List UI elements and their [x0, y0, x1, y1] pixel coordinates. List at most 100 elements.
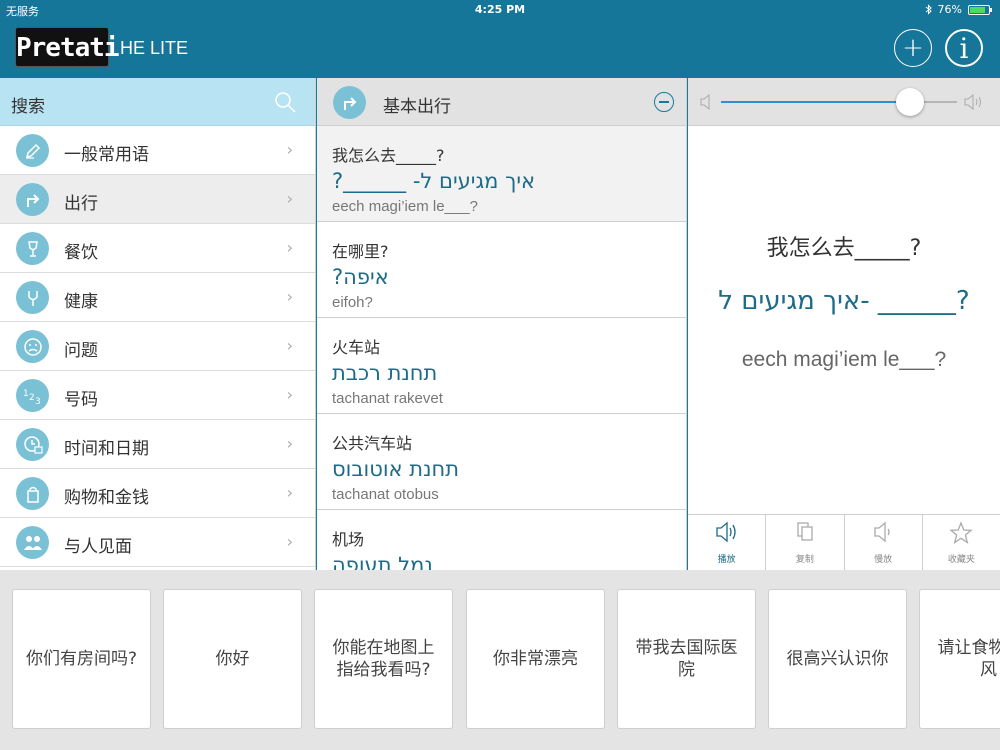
quick-phrase-card[interactable]: 很高兴认识你	[768, 589, 907, 729]
stethoscope-icon	[16, 281, 49, 314]
sidebar-item-label: 号码	[64, 390, 98, 410]
turn-right-arrow-icon	[16, 183, 49, 216]
phrase-hebrew: איפה?	[332, 265, 389, 289]
volume-slider-knob[interactable]	[895, 88, 924, 116]
sidebar-item-label: 健康	[64, 292, 98, 312]
add-button[interactable]: +	[894, 29, 932, 67]
phrase-detail: 我怎么去_____? איך מגיעים ל- ______? eech ma…	[688, 126, 1000, 514]
detail-hebrew: איך מגיעים ל- ______?	[718, 286, 970, 316]
bluetooth-icon	[925, 4, 932, 15]
phrase-hebrew: נמל תעופה	[332, 553, 433, 570]
copy-icon	[797, 522, 813, 541]
detail-transliteration: eech magi’iem le___?	[741, 348, 947, 371]
copy-button[interactable]: 复制	[766, 515, 845, 570]
star-icon	[949, 521, 974, 544]
svg-text:2: 2	[29, 393, 35, 403]
shopping-bag-icon	[16, 477, 49, 510]
category-title: 基本出行	[383, 97, 451, 117]
wine-glass-icon	[16, 232, 49, 265]
phrase-transliteration: tachanat otobus	[332, 486, 439, 503]
quick-phrase-card[interactable]: 你能在地图上指给我看吗?	[314, 589, 453, 729]
sidebar-item-travel[interactable]: 出行 ›	[0, 175, 315, 224]
clock: 4:25 PM	[474, 3, 526, 16]
favorites-button[interactable]: 收藏夹	[923, 515, 1000, 570]
sidebar-item-label: 出行	[64, 194, 98, 214]
phrase-item[interactable]: 火车站 תחנת רכבת tachanat rakevet	[317, 318, 686, 414]
phrase-chinese: 我怎么去_____?	[332, 146, 445, 165]
sidebar-item-label: 问题	[64, 341, 98, 361]
phrase-list-header: 基本出行	[317, 78, 686, 126]
detail-chinese: 我怎么去_____?	[766, 236, 922, 261]
sidebar-item-general[interactable]: 一般常用语 ›	[0, 126, 315, 175]
phrase-hebrew: תחנת רכבת	[332, 361, 438, 385]
favorites-label: 收藏夹	[947, 555, 975, 565]
quick-phrase-card[interactable]: 你们有房间吗?	[12, 589, 151, 729]
people-icon	[16, 526, 49, 559]
info-button[interactable]: i	[945, 29, 983, 67]
sidebar-item-dining[interactable]: 餐饮 ›	[0, 224, 315, 273]
search-label: 搜索	[11, 97, 45, 117]
battery-percent: 76%	[937, 3, 962, 16]
chevron-right-icon: ›	[286, 532, 293, 551]
chevron-right-icon: ›	[286, 483, 293, 502]
sidebar-item-label: 与人见面	[64, 537, 132, 557]
quick-phrase-card[interactable]: 你非常漂亮	[466, 589, 605, 729]
speaker-icon	[715, 521, 736, 543]
clock-calendar-icon	[16, 428, 49, 461]
copy-label: 复制	[795, 555, 814, 565]
phrase-item[interactable]: 在哪里? איפה? eifoh?	[317, 222, 686, 318]
sidebar-item-problems[interactable]: 问题 ›	[0, 322, 315, 371]
collapse-minus-icon[interactable]	[654, 92, 674, 112]
chevron-right-icon: ›	[286, 336, 293, 355]
slow-play-label: 慢放	[874, 555, 893, 565]
phrase-transliteration: tachanat rakevet	[332, 390, 443, 407]
quick-phrase-card[interactable]: 请让食物辛辣风	[919, 589, 1000, 729]
phrase-item[interactable]: 机场 נמל תעופה	[317, 510, 686, 570]
chevron-right-icon: ›	[286, 238, 293, 257]
volume-bar	[688, 78, 1000, 126]
play-label: 播放	[717, 555, 736, 565]
phrase-chinese: 火车站	[332, 338, 381, 357]
phrase-hebrew: תחנת אוטובוס	[332, 457, 459, 481]
phrase-item[interactable]: 公共汽车站 תחנת אוטובוס tachanat otobus	[317, 414, 686, 510]
turn-right-arrow-icon	[333, 86, 366, 119]
search-icon[interactable]	[273, 90, 297, 114]
sidebar-item-health[interactable]: 健康 ›	[0, 273, 315, 322]
volume-high-icon	[964, 94, 981, 110]
pretati-logo: Pretati	[15, 27, 120, 67]
app-edition: HE LITE	[120, 38, 189, 58]
status-right: 76%	[925, 3, 992, 16]
slow-speaker-icon	[874, 521, 890, 543]
volume-slider-fill	[721, 101, 910, 103]
sidebar-item-shopping[interactable]: 购物和金钱 ›	[0, 469, 315, 518]
sidebar-item-numbers[interactable]: 123 号码 ›	[0, 371, 315, 420]
quick-phrases-bar: 你们有房间吗? 你好 你能在地图上指给我看吗? 你非常漂亮 带我去国际医院 很高…	[0, 570, 1000, 750]
phrase-transliteration: eifoh?	[332, 294, 373, 311]
svg-text:3: 3	[35, 397, 41, 405]
chevron-right-icon: ›	[286, 189, 293, 208]
phrase-item[interactable]: 我怎么去_____? איך מגיעים ל- ______? eech ma…	[317, 126, 686, 222]
phrase-list: 基本出行 我怎么去_____? איך מגיעים ל- ______? ee…	[317, 78, 687, 570]
pencil-icon	[16, 134, 49, 167]
sidebar-item-label: 餐饮	[64, 243, 98, 263]
detail-actions: 播放 复制 慢放 收藏夹	[688, 514, 1000, 570]
phrase-transliteration: eech magi’iem le___?	[332, 198, 478, 215]
play-button[interactable]: 播放	[688, 515, 767, 570]
phrase-detail-panel: 我怎么去_____? איך מגיעים ל- ______? eech ma…	[688, 78, 1000, 570]
svg-text:1: 1	[23, 389, 29, 399]
chevron-right-icon: ›	[286, 140, 293, 159]
volume-low-icon	[700, 94, 710, 110]
volume-slider[interactable]	[721, 88, 957, 116]
sidebar-item-meeting[interactable]: 与人见面 ›	[0, 518, 315, 567]
sidebar-item-label: 一般常用语	[64, 145, 149, 165]
slow-play-button[interactable]: 慢放	[845, 515, 923, 570]
quick-phrase-card[interactable]: 带我去国际医院	[617, 589, 756, 729]
phrase-hebrew: איך מגיעים ל- ______?	[332, 169, 536, 193]
sidebar-item-time-date[interactable]: 时间和日期 ›	[0, 420, 315, 469]
category-sidebar: 搜索 一般常用语 › 出行 › 餐饮 › 健康 › 问题 › 123 号码 › …	[0, 78, 316, 570]
chevron-right-icon: ›	[286, 287, 293, 306]
phrase-chinese: 公共汽车站	[332, 434, 413, 453]
sidebar-item-label: 时间和日期	[64, 439, 149, 459]
quick-phrase-card[interactable]: 你好	[163, 589, 302, 729]
search-bar[interactable]: 搜索	[0, 78, 315, 126]
